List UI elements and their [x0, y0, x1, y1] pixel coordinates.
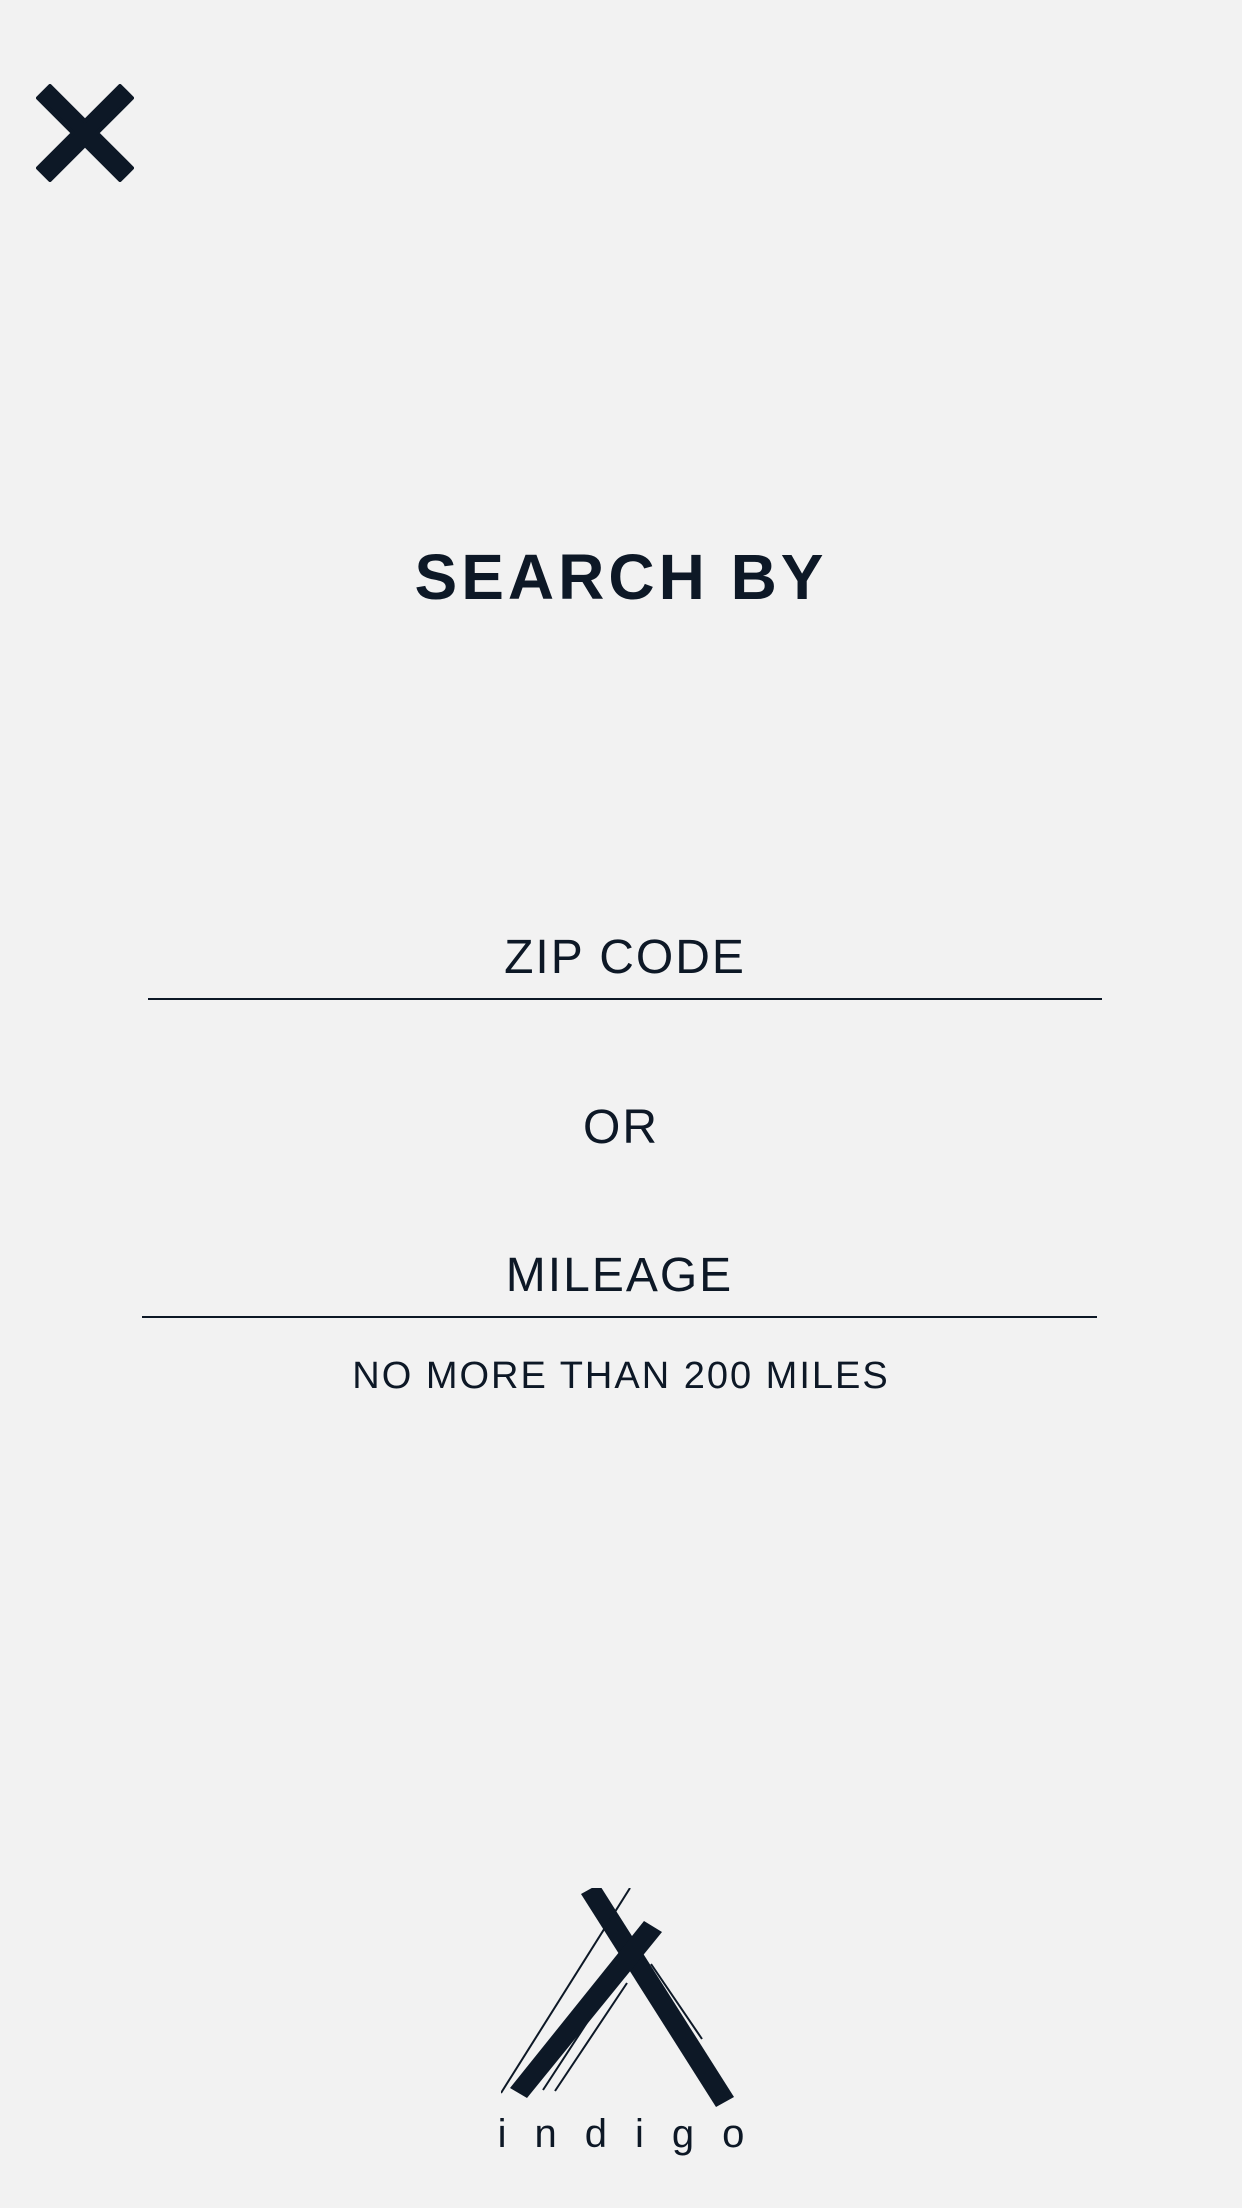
page-title: SEARCH BY — [414, 541, 828, 613]
mileage-field — [142, 1234, 1097, 1318]
mileage-input[interactable] — [142, 1234, 1097, 1316]
zip-code-field — [148, 916, 1102, 1000]
or-separator: OR — [583, 1101, 659, 1154]
zip-code-input[interactable] — [148, 916, 1102, 998]
mileage-hint: NO MORE THAN 200 MILES — [352, 1355, 890, 1397]
close-icon — [36, 84, 134, 182]
close-button[interactable] — [36, 84, 134, 182]
indigo-logo-icon — [501, 1888, 741, 2108]
brand-name: indigo — [497, 2112, 773, 2156]
